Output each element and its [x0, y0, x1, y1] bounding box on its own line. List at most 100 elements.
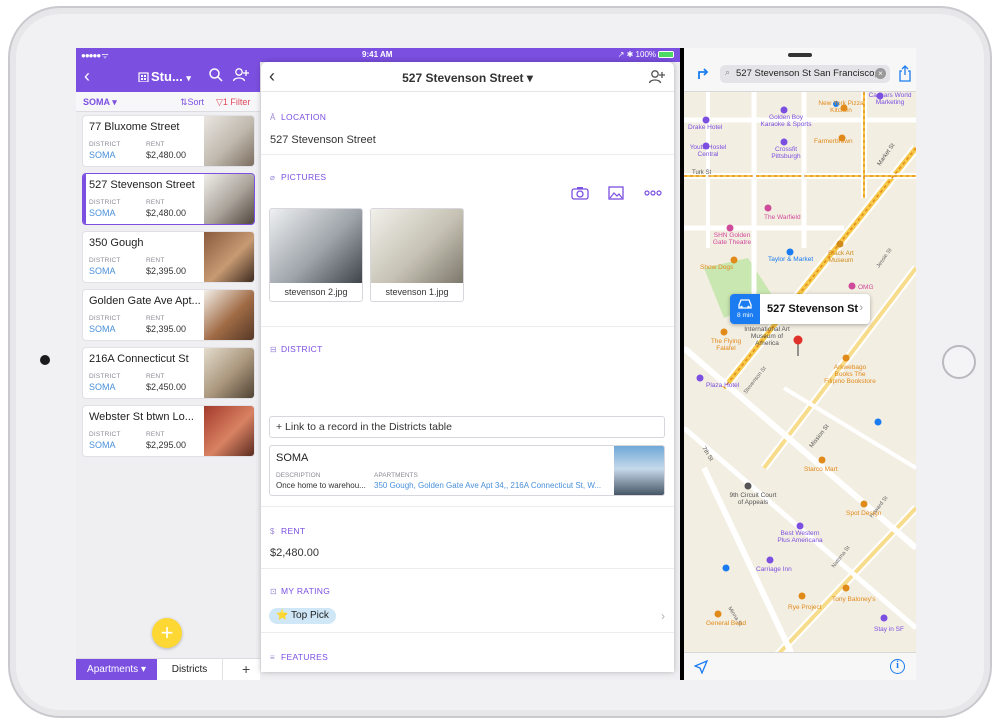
poi-pin[interactable]: [780, 106, 788, 114]
poi-pin[interactable]: [842, 584, 850, 592]
collaborators-icon[interactable]: [232, 67, 250, 83]
district-value: SOMA: [89, 150, 116, 160]
image-icon[interactable]: [608, 186, 624, 200]
attachment-filename: stevenson 1.jpg: [385, 287, 449, 297]
chevron-right-icon[interactable]: ›: [661, 609, 665, 623]
district-label: DISTRICT: [89, 141, 121, 148]
sort-button[interactable]: ⇅Sort: [180, 97, 204, 108]
record-card-selected[interactable]: 527 Stevenson Street DISTRICT SOMA RENT …: [83, 174, 254, 224]
poi-label: OMG: [858, 284, 874, 291]
location-icon: Ā: [270, 113, 276, 122]
poi-label: Caesars World Marketing: [868, 92, 912, 106]
table-switcher[interactable]: Stu... ▾: [138, 69, 191, 84]
rent-field-label: $ RENT: [270, 526, 306, 536]
location-value[interactable]: 527 Stevenson Street: [270, 134, 376, 146]
home-button[interactable]: [942, 345, 976, 379]
poi-pin[interactable]: [836, 240, 844, 248]
search-icon: ⌕: [725, 67, 731, 77]
poi-label: The Warfield: [764, 214, 801, 221]
poi-pin[interactable]: [764, 204, 772, 212]
current-location-icon[interactable]: [694, 660, 708, 674]
camera-icon[interactable]: [571, 186, 589, 200]
back-button[interactable]: ‹: [84, 66, 90, 87]
chevron-right-icon: ›: [859, 302, 863, 314]
poi-pin[interactable]: [798, 592, 806, 600]
card-title: Webster St btwn Lo...: [89, 411, 194, 423]
directions-button[interactable]: 8 min: [730, 294, 760, 324]
record-card[interactable]: Golden Gate Ave Apt... DISTRICT SOMA REN…: [83, 290, 254, 340]
poi-pin[interactable]: [696, 374, 704, 382]
clear-icon[interactable]: ×: [875, 68, 886, 79]
poi-pin[interactable]: [786, 248, 794, 256]
attachment-thumbnail[interactable]: stevenson 1.jpg: [370, 208, 464, 302]
poi-pin[interactable]: [730, 256, 738, 264]
search-icon[interactable]: [208, 67, 224, 83]
battery-icon: [658, 51, 674, 58]
poi-pin[interactable]: [842, 354, 850, 362]
poi-pin[interactable]: [726, 224, 734, 232]
info-icon[interactable]: i: [890, 659, 905, 674]
record-card[interactable]: 216A Connecticut St DISTRICT SOMA RENT $…: [83, 348, 254, 398]
record-title[interactable]: 527 Stevenson Street ▾: [261, 71, 674, 85]
multiselect-icon: ≡: [270, 653, 275, 662]
maps-search-field[interactable]: ⌕ 527 Stevenson St San Francisco,... ×: [720, 65, 890, 83]
description-value: Once home to warehou...: [276, 481, 366, 490]
poi-label: Spot Design: [846, 510, 882, 517]
poi-pin[interactable]: [818, 456, 826, 464]
poi-pin[interactable]: [766, 556, 774, 564]
filter-icon: ▽: [216, 97, 223, 107]
record-card[interactable]: 350 Gough DISTRICT SOMA RENT $2,395.00: [83, 232, 254, 282]
tab-districts[interactable]: Districts: [157, 659, 223, 680]
add-table-button[interactable]: +: [242, 659, 250, 679]
link-icon: ⊟: [270, 345, 278, 354]
filter-button[interactable]: ▽1 Filter: [216, 97, 250, 108]
link-record-button[interactable]: + Link to a record in the Districts tabl…: [269, 416, 665, 438]
car-icon: [738, 299, 752, 309]
add-record-button[interactable]: +: [152, 618, 182, 648]
poi-label: 9th Circuit Court of Appeals: [729, 492, 777, 506]
poi-pin[interactable]: [722, 564, 730, 572]
poi-label: New York Pizza Kitchen: [818, 100, 864, 114]
multitasking-grabber[interactable]: [788, 53, 812, 57]
rent-label: RENT: [146, 315, 165, 322]
directions-icon[interactable]: [696, 66, 710, 80]
description-label: DESCRIPTION: [276, 472, 321, 479]
battery-indicator: ↗ ✱ 100%: [618, 50, 674, 59]
poi-label: SHN Golden Gate Theatre: [712, 232, 752, 246]
tab-apartments[interactable]: Apartments ▾: [76, 659, 157, 680]
share-icon[interactable]: [898, 65, 912, 82]
street-label-turk: Turk St: [692, 170, 711, 176]
card-title: 77 Bluxome Street: [89, 121, 180, 133]
collaborators-icon[interactable]: [648, 69, 666, 85]
district-photo: [614, 446, 664, 495]
left-nav-bar: ‹ Stu... ▾: [76, 62, 260, 92]
front-camera: [40, 355, 50, 365]
more-options-icon[interactable]: [644, 186, 662, 200]
location-callout[interactable]: 8 min 527 Stevenson St ›: [730, 294, 870, 324]
poi-pin[interactable]: [744, 482, 752, 490]
poi-pin[interactable]: [714, 610, 722, 618]
apartment-photo: [204, 116, 254, 166]
poi-pin[interactable]: [874, 418, 882, 426]
poi-pin[interactable]: [796, 522, 804, 530]
rent-value: $2,395.00: [146, 266, 187, 276]
record-card[interactable]: Webster St btwn Lo... DISTRICT SOMA RENT…: [83, 406, 254, 456]
apartment-photo: [204, 290, 254, 340]
poi-pin[interactable]: [780, 138, 788, 146]
poi-pin[interactable]: [880, 614, 888, 622]
rating-field-label: ⊡ MY RATING: [270, 586, 331, 596]
record-card[interactable]: 77 Bluxome Street DISTRICT SOMA RENT $2,…: [83, 116, 254, 166]
poi-label: International Art Museum of America: [744, 326, 790, 347]
poi-pin[interactable]: [848, 282, 856, 290]
rent-value: $2,295.00: [146, 440, 187, 450]
view-selector[interactable]: SOMA ▾: [83, 97, 117, 108]
linked-record-card[interactable]: SOMA DESCRIPTION Once home to warehou...…: [269, 445, 665, 496]
location-pin-icon[interactable]: [793, 335, 803, 345]
poi-pin[interactable]: [860, 500, 868, 508]
map-canvas[interactable]: Turk St Market St Mission St 7th St Stev…: [684, 48, 916, 680]
poi-pin[interactable]: [720, 328, 728, 336]
attachment-thumbnail[interactable]: stevenson 2.jpg: [269, 208, 363, 302]
poi-pin[interactable]: [702, 116, 710, 124]
poi-label: The Flying Falafel: [710, 338, 742, 352]
rent-value[interactable]: $2,480.00: [270, 547, 319, 559]
